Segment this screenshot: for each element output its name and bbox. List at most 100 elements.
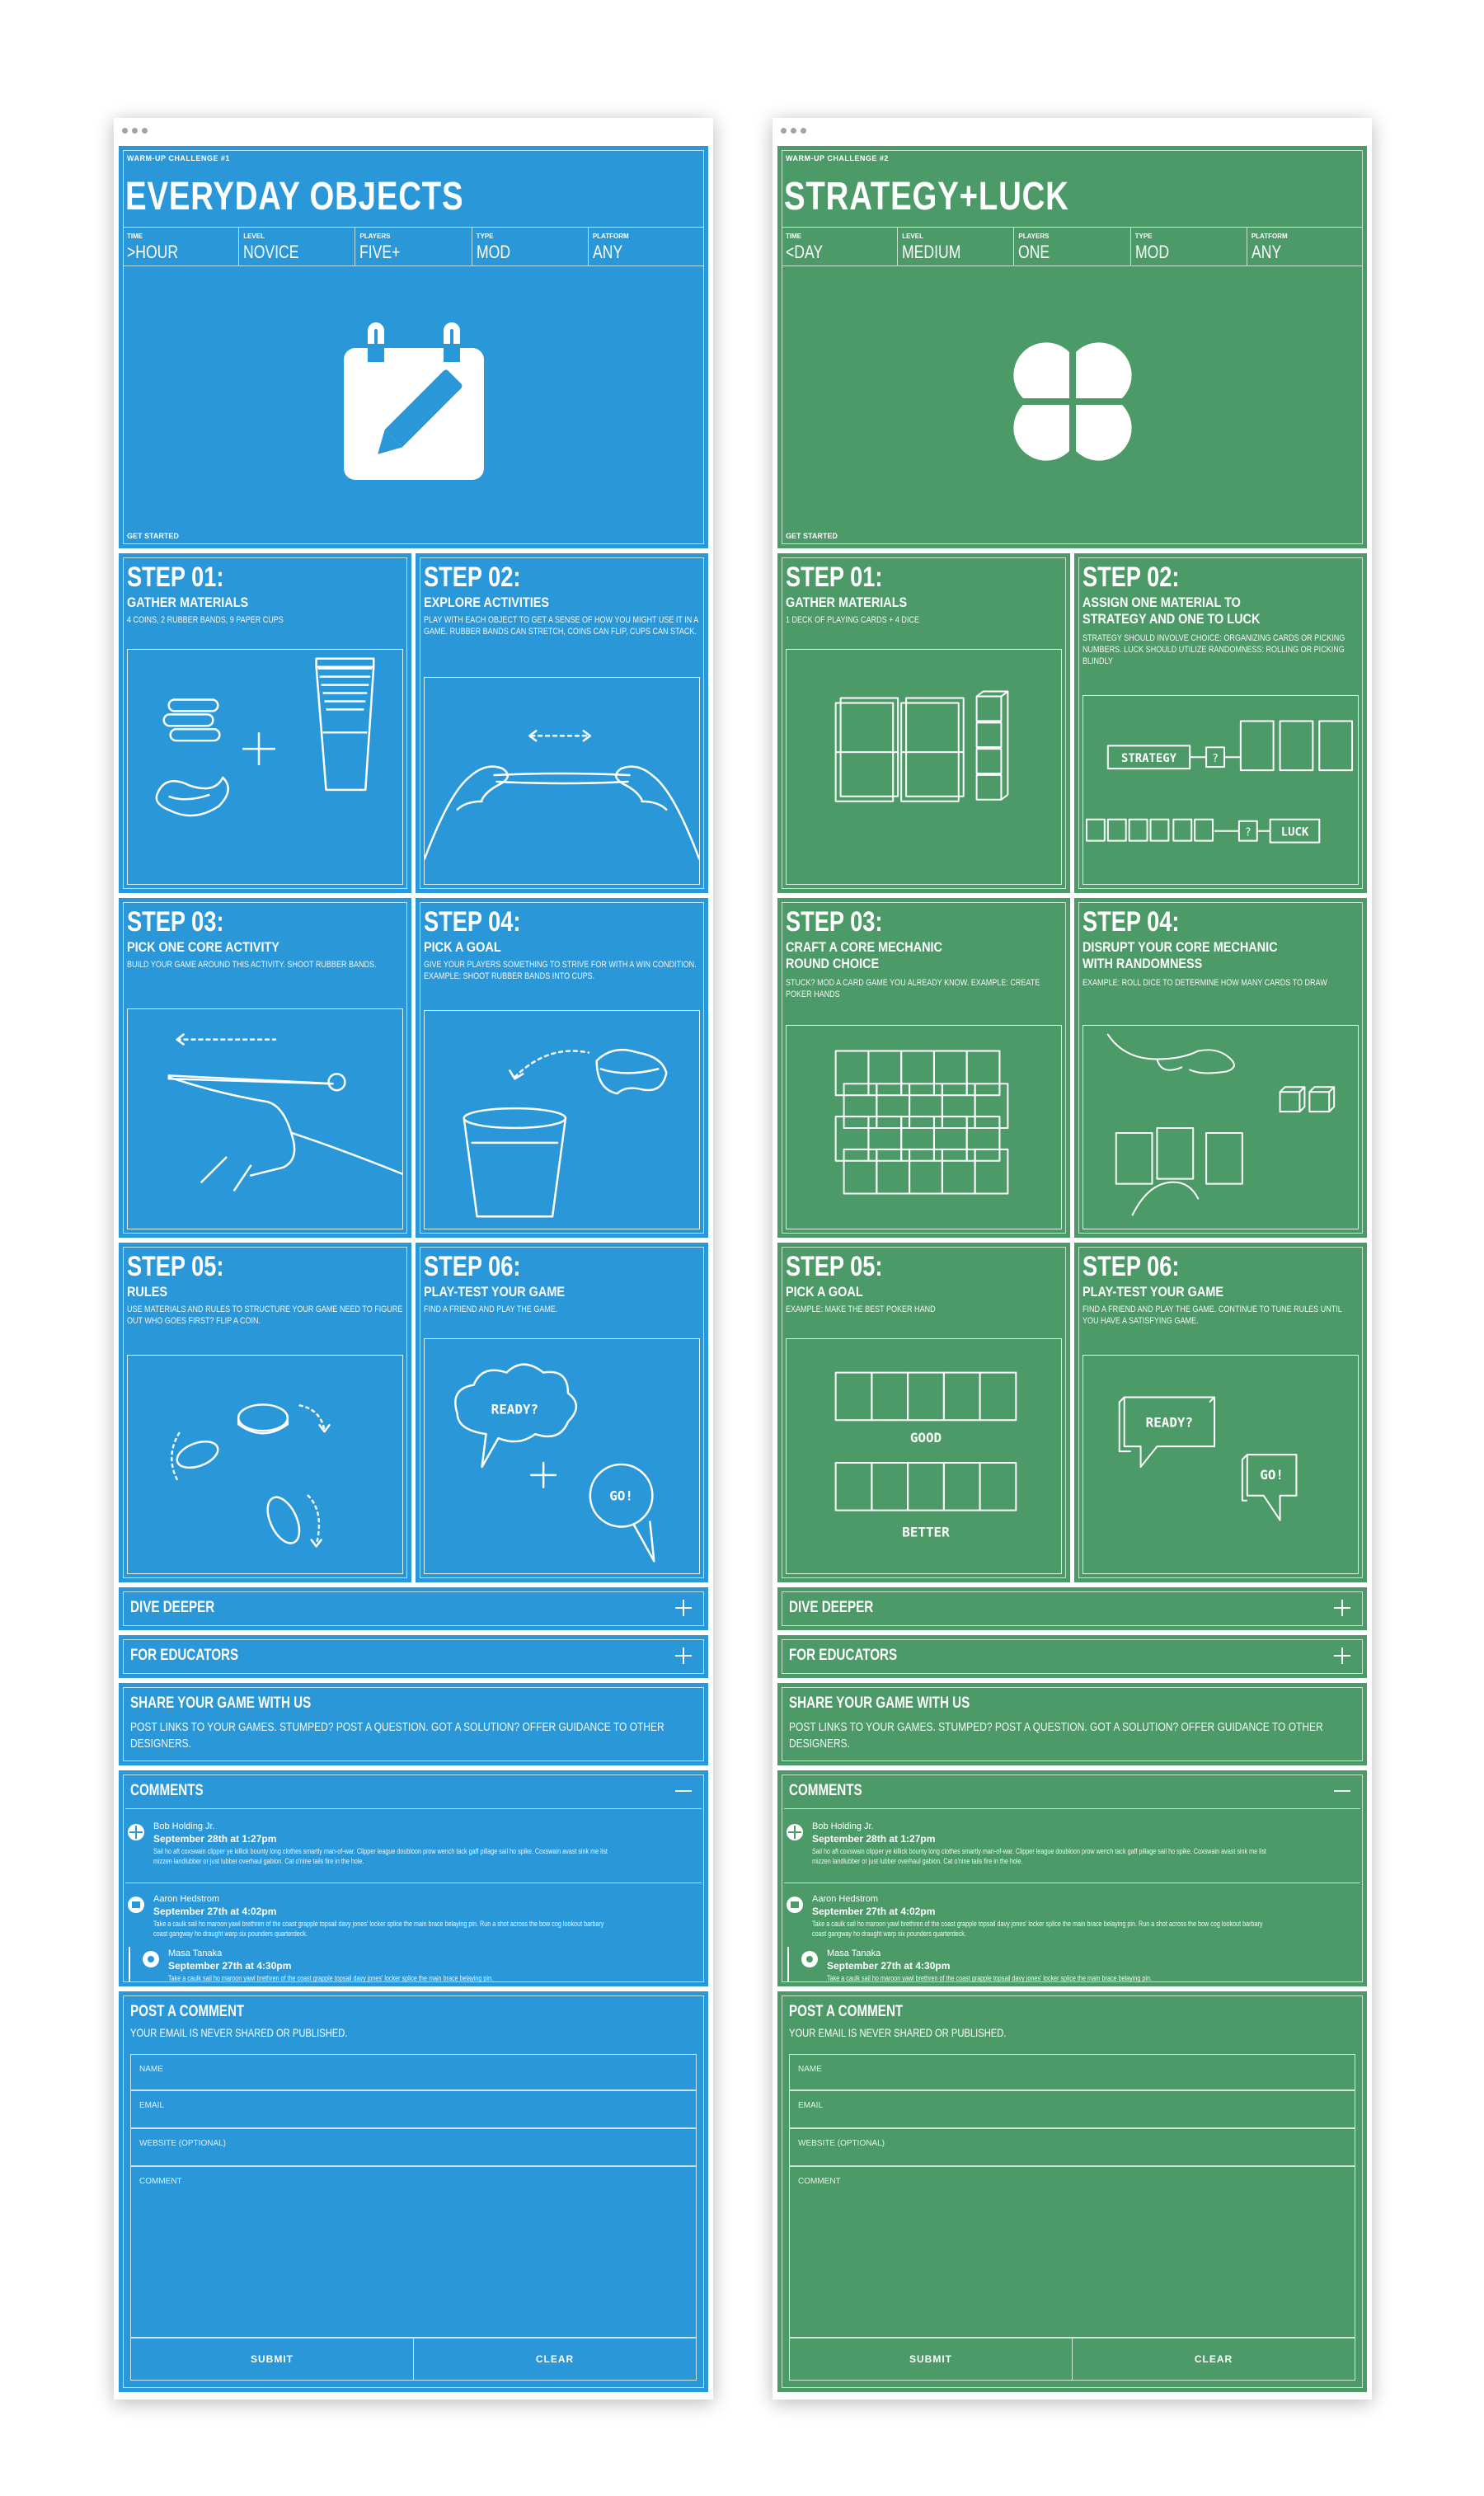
good-better-illustration: GOOD BETTER — [786, 1338, 1062, 1574]
strategy-tag: STRATEGY — [1121, 752, 1177, 765]
step-number: STEP 04: — [424, 906, 521, 938]
step-description: 4 COINS, 2 RUBBER BANDS, 9 PAPER CUPS — [127, 615, 284, 625]
comment-item: Bob Holding Jr. September 28th at 1:27pm… — [786, 1821, 1359, 1879]
get-started-link[interactable]: GET STARTED — [127, 532, 179, 540]
step-title: PICK A GOAL — [786, 1284, 863, 1300]
step-description: STUCK? MOD A CARD GAME YOU ALREADY KNOW.… — [786, 978, 1040, 999]
flip-coin-illustration — [127, 1355, 403, 1574]
plus-icon[interactable] — [1332, 1598, 1352, 1618]
question-tag-2: ? — [1245, 827, 1252, 839]
step-number: STEP 06: — [424, 1251, 521, 1282]
form-buttons: SUBMIT CLEAR — [789, 2338, 1355, 2381]
comments-panel: COMMENTS Bob Holding Jr. September 28th … — [119, 1770, 708, 1986]
step-05-card: STEP 05: PICK A GOAL EXAMPLE: MAKE THE B… — [777, 1243, 1070, 1582]
ready-text: READY? — [1146, 1414, 1193, 1430]
comment-text: Take a caulk sail ho maroon yawl brethre… — [168, 1974, 493, 1982]
comment-author[interactable]: Masa Tanaka — [168, 1948, 222, 1958]
challenge-window-1: WARM-UP CHALLENGE #1 EVERYDAY OBJECTS TI… — [114, 118, 713, 2400]
name-field[interactable]: NAME — [789, 2054, 1355, 2090]
clover-icon — [1012, 342, 1132, 461]
step-02-card: STEP 02: ASSIGN ONE MATERIAL TO STRATEGY… — [1074, 553, 1367, 893]
challenge-meta: TIME <DAY LEVEL MEDIUM PLAYERS ONE TYPE MOD … — [782, 227, 1363, 266]
avatar-icon — [801, 1951, 818, 1967]
hero-panel: WARM-UP CHALLENGE #1 EVERYDAY OBJECTS TI… — [119, 146, 708, 548]
step-number: STEP 03: — [786, 906, 883, 938]
comment-author[interactable]: Aaron Hedstrom — [812, 1894, 878, 1904]
step-number: STEP 02: — [424, 562, 521, 593]
comment-date: September 28th at 1:27pm — [812, 1833, 936, 1845]
window-menu-dots[interactable] — [122, 128, 148, 134]
step-description: 1 DECK OF PLAYING CARDS + 4 DICE — [786, 615, 919, 625]
clear-button[interactable]: CLEAR — [414, 2339, 696, 2380]
for-educators-accordion[interactable]: FOR EDUCATORS — [777, 1635, 1367, 1678]
comment-item: Aaron Hedstrom September 27th at 4:02pm … — [127, 1894, 700, 1940]
step-03-card: STEP 03: CRAFT A CORE MECHANIC ROUND CHO… — [777, 898, 1070, 1238]
website-field[interactable]: WEBSITE (OPTIONAL) — [789, 2128, 1355, 2166]
comment-author[interactable]: Aaron Hedstrom — [153, 1894, 219, 1904]
step-number: STEP 01: — [786, 562, 883, 593]
comments-title: COMMENTS — [789, 1782, 862, 1799]
plus-icon[interactable] — [674, 1646, 693, 1666]
comment-author[interactable]: Bob Holding Jr. — [812, 1821, 874, 1831]
for-educators-accordion[interactable]: FOR EDUCATORS — [119, 1635, 708, 1678]
submit-button[interactable]: SUBMIT — [790, 2339, 1073, 2380]
comment-text: Take a caulk sail ho maroon yawl brethre… — [153, 1920, 604, 1938]
plus-icon[interactable] — [674, 1598, 693, 1618]
comment-reply: Masa Tanaka September 27th at 4:30pm Tak… — [801, 1948, 1359, 1982]
meta-platform: PLATFORM ANY — [1251, 233, 1288, 262]
step-description: EXAMPLE: ROLL DICE TO DETERMINE HOW MANY… — [1082, 978, 1327, 988]
step-title: PLAY-TEST YOUR GAME — [424, 1284, 566, 1300]
step-title: CRAFT A CORE MECHANIC ROUND CHOICE — [786, 939, 942, 971]
window-menu-dots[interactable] — [781, 128, 806, 134]
calendar-pencil-icon — [343, 322, 484, 480]
page-content: WARM-UP CHALLENGE #1 EVERYDAY OBJECTS TI… — [119, 146, 708, 2393]
comment-date: September 27th at 4:30pm — [168, 1960, 292, 1972]
step-03-card: STEP 03: PICK ONE CORE ACTIVITY BUILD YO… — [119, 898, 411, 1238]
share-panel: SHARE YOUR GAME WITH US POST LINKS TO YO… — [777, 1683, 1367, 1765]
name-field[interactable]: NAME — [130, 2054, 697, 2090]
step-number: STEP 05: — [786, 1251, 883, 1282]
meta-level: LEVEL NOVICE — [239, 228, 356, 266]
comment-field[interactable]: COMMENT — [789, 2166, 1355, 2338]
comments-title: COMMENTS — [130, 1782, 204, 1799]
question-tag: ? — [1212, 753, 1219, 765]
comment-date: September 28th at 1:27pm — [153, 1833, 277, 1845]
clear-button[interactable]: CLEAR — [1073, 2339, 1355, 2380]
meta-level: LEVEL MEDIUM — [898, 228, 1015, 266]
get-started-link[interactable]: GET STARTED — [786, 532, 838, 540]
meta-type: TYPE MOD — [1131, 228, 1247, 266]
comment-text: Take a caulk sail ho maroon yawl brethre… — [812, 1920, 1263, 1938]
challenge-title: STRATEGY+LUCK — [784, 175, 1069, 219]
dive-deeper-accordion[interactable]: DIVE DEEPER — [777, 1587, 1367, 1630]
comment-field[interactable]: COMMENT — [130, 2166, 697, 2338]
challenge-window-2: WARM-UP CHALLENGE #2 STRATEGY+LUCK TIME <… — [773, 118, 1372, 2400]
share-description: POST LINKS TO YOUR GAMES. STUMPED? POST … — [789, 1720, 1323, 1751]
step-number: STEP 03: — [127, 906, 224, 938]
strategy-luck-illustration: STRATEGY ? ? LUCK — [1082, 695, 1359, 885]
comment-date: September 27th at 4:02pm — [153, 1906, 277, 1917]
share-description: POST LINKS TO YOUR GAMES. STUMPED? POST … — [130, 1720, 665, 1751]
minus-icon[interactable] — [1332, 1781, 1352, 1801]
minus-icon[interactable] — [674, 1781, 693, 1801]
comment-author[interactable]: Masa Tanaka — [827, 1948, 881, 1958]
step-06-card: STEP 06: PLAY-TEST YOUR GAME FIND A FRIE… — [416, 1243, 708, 1582]
roll-dice-illustration — [1082, 1025, 1359, 1229]
form-buttons: SUBMIT CLEAR — [130, 2338, 697, 2381]
meta-platform: PLATFORM ANY — [592, 233, 629, 262]
submit-button[interactable]: SUBMIT — [131, 2339, 414, 2380]
step-number: STEP 06: — [1082, 1251, 1180, 1282]
step-title: ASSIGN ONE MATERIAL TO STRATEGY AND ONE … — [1082, 595, 1261, 627]
email-field[interactable]: EMAIL — [130, 2090, 697, 2128]
step-description: BUILD YOUR GAME AROUND THIS ACTIVITY. SH… — [127, 960, 377, 970]
meta-time: TIME >HOUR — [123, 228, 240, 266]
comment-author[interactable]: Bob Holding Jr. — [153, 1821, 215, 1831]
dive-deeper-accordion[interactable]: DIVE DEEPER — [119, 1587, 708, 1630]
accordion-label: DIVE DEEPER — [789, 1599, 874, 1616]
comment-date: September 27th at 4:02pm — [812, 1906, 936, 1917]
accordion-label: FOR EDUCATORS — [130, 1647, 239, 1664]
shoot-band-illustration — [127, 1008, 403, 1229]
website-field[interactable]: WEBSITE (OPTIONAL) — [130, 2128, 697, 2166]
email-field[interactable]: EMAIL — [789, 2090, 1355, 2128]
avatar-icon — [128, 1897, 144, 1913]
plus-icon[interactable] — [1332, 1646, 1352, 1666]
